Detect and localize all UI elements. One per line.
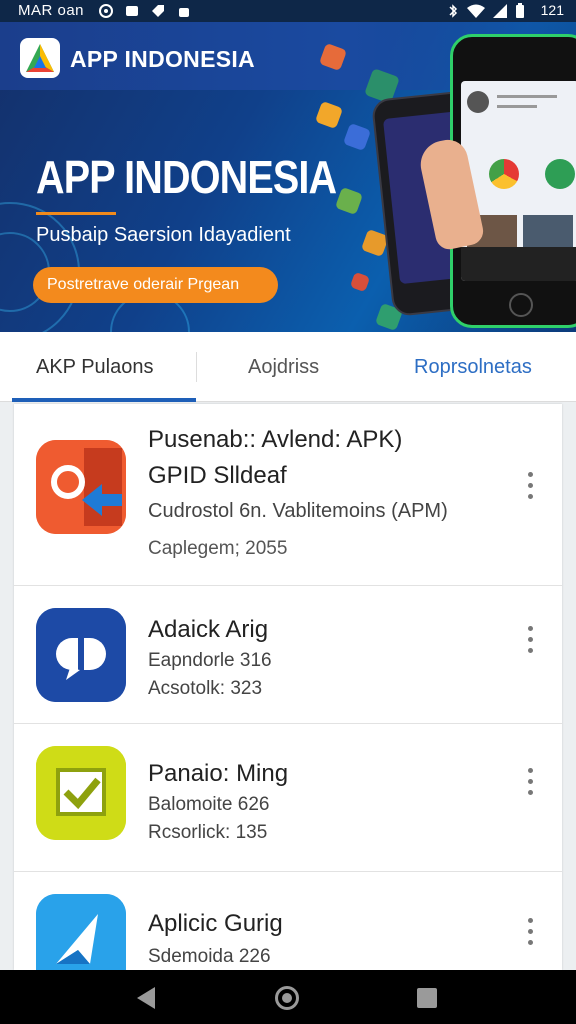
chrome-app-icon [489, 159, 519, 189]
battery-icon [516, 3, 524, 18]
app-indonesia-logo-icon [20, 38, 60, 78]
floating-app-icon [314, 100, 344, 130]
app-title-line2: GPID Slldeaf [148, 462, 287, 489]
app-meta: Balomoite 626 [148, 794, 270, 815]
app-list: Pusenab:: Avlend: APK) GPID Slldeaf Cudr… [14, 404, 562, 970]
list-item[interactable]: Aplicic Gurig Sdemoida 226 [14, 872, 562, 970]
banner-cta-button[interactable]: Postretrave oderair Prgean [33, 267, 278, 303]
more-options-icon[interactable] [528, 918, 534, 951]
tab-apk-pulaons[interactable]: AKP Pulaons [36, 356, 154, 379]
app-title: Pusenab:: Avlend: APK) [148, 426, 403, 453]
tag-status-icon [152, 5, 164, 17]
app-meta: Eapndorle 316 [148, 650, 272, 671]
banner-headline: APP INDONESIA [36, 151, 337, 203]
app-title: Adaick Arig [148, 616, 269, 643]
home-icon[interactable] [275, 986, 299, 1010]
headline-underline [36, 212, 116, 215]
list-item[interactable]: Adaick Arig Eapndorle 316 Acsotolk: 323 [14, 586, 562, 724]
status-time: 121 [540, 2, 564, 18]
recent-apps-icon[interactable] [417, 988, 437, 1008]
app-meta: Caplegem; 2055 [148, 538, 288, 559]
list-item[interactable]: Panaio: Ming Balomoite 626 Rcsorlick: 13… [14, 724, 562, 872]
checkbox-icon [36, 746, 126, 840]
floating-app-icon [349, 271, 371, 293]
status-bar: MAR oan 121 [0, 0, 576, 22]
more-options-icon[interactable] [528, 768, 534, 801]
speech-bubble-icon [36, 608, 126, 702]
tab-aojdriss[interactable]: Aojdriss [248, 356, 319, 379]
tab-bar: AKP Pulaons Aojdriss Roprsolnetas [0, 332, 576, 402]
floating-app-icon [334, 186, 364, 216]
wifi-icon [467, 4, 485, 18]
more-options-icon[interactable] [528, 472, 534, 505]
app-meta-secondary: Rcsorlick: 135 [148, 822, 268, 843]
message-status-icon [126, 6, 138, 16]
app-title: Panaio: Ming [148, 760, 289, 787]
office-document-icon [36, 440, 126, 534]
floating-app-icon [342, 122, 372, 152]
lock-status-icon [179, 8, 189, 17]
app-title: Aplicic Gurig [148, 910, 283, 937]
promo-banner[interactable]: APP INDONESIA APP INDONESIA Pusbaip Saer… [0, 22, 576, 332]
tab-roprsolnetas[interactable]: Roprsolnetas [414, 356, 532, 379]
active-tab-indicator [12, 398, 196, 402]
list-item[interactable]: Pusenab:: Avlend: APK) GPID Slldeaf Cudr… [14, 404, 562, 586]
camera-status-icon [99, 4, 113, 18]
status-carrier: MAR oan [18, 2, 85, 19]
app-subtitle: Cudrostol 6n. Vablitemoins (APM) [148, 500, 448, 522]
tab-divider [196, 352, 197, 382]
navigation-bar [0, 970, 576, 1024]
brand-name: APP INDONESIA [70, 46, 255, 72]
banner-tagline: Pusbaip Saersion Idayadient [36, 224, 291, 246]
bluetooth-icon [449, 4, 458, 18]
back-icon[interactable] [137, 987, 155, 1009]
sail-arrow-icon [36, 894, 126, 970]
app-meta: Sdemoida 226 [148, 946, 271, 967]
signal-icon [493, 4, 507, 18]
more-options-icon[interactable] [528, 626, 534, 659]
app-meta-secondary: Acsotolk: 323 [148, 678, 263, 699]
phone-app-icon [545, 159, 575, 189]
